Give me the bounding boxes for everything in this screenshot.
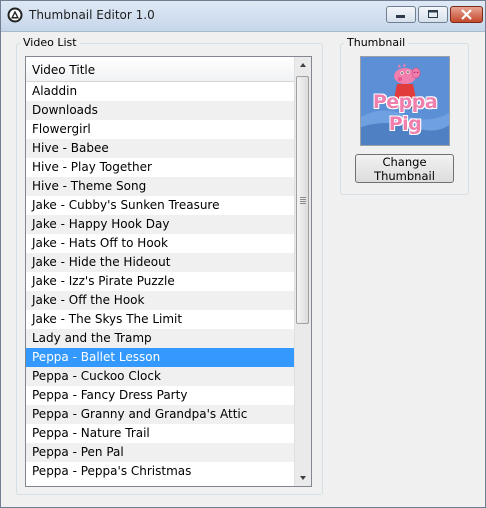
list-item[interactable]: Jake - Cubby's Sunken Treasure [26,196,295,215]
list-item[interactable]: Downloads [26,101,295,120]
video-list-group-label: Video List [20,36,80,49]
thumbnail-image: Peppa Pig [360,56,450,146]
thumbnail-group-label: Thumbnail [344,36,409,49]
list-item[interactable]: Aladdin [26,82,295,101]
list-item[interactable]: Jake - Happy Hook Day [26,215,295,234]
thumb-grip-line [300,197,306,198]
video-list-rows: Aladdin Downloads Flowergirl Hive - Babee Hi… [26,82,295,481]
list-item[interactable]: Jake - Hide the Hideout [26,253,295,272]
minimize-icon [396,15,405,18]
column-header-label: Video Title [32,63,96,77]
scrollbar-thumb[interactable] [296,76,309,324]
column-header-video-title[interactable]: Video Title [26,57,295,82]
list-item[interactable]: Peppa - Nature Trail [26,424,295,443]
list-item[interactable]: Peppa - Fancy Dress Party [26,386,295,405]
thumb-grip-line [300,201,306,202]
list-item[interactable]: Jake - Izz's Pirate Puzzle [26,272,295,291]
list-item[interactable]: Peppa - Pen Pal [26,443,295,462]
list-item[interactable]: Jake - Hats Off to Hook [26,234,295,253]
list-item[interactable]: Jake - The Skys The Limit [26,310,295,329]
list-item[interactable]: Hive - Babee [26,139,295,158]
video-list[interactable]: Video Title Aladdin Downloads Flowergirl Hi… [25,56,312,487]
change-thumbnail-button[interactable]: Change Thumbnail [355,154,454,183]
close-icon [461,9,472,20]
list-item[interactable]: Jake - Off the Hook [26,291,295,310]
vertical-scrollbar[interactable] [294,57,311,486]
app-logo-icon [7,7,23,23]
list-item[interactable]: Hive - Play Together [26,158,295,177]
app-window: Thumbnail Editor 1.0 Video List Video Ti… [0,0,486,508]
scroll-up-icon[interactable] [295,57,311,74]
maximize-button[interactable] [418,6,448,23]
thumb-grip-line [300,199,306,200]
list-item[interactable]: Peppa - Granny and Grandpa's Attic [26,405,295,424]
title-bar[interactable]: Thumbnail Editor 1.0 [1,1,485,32]
window-title: Thumbnail Editor 1.0 [29,8,155,22]
list-item[interactable]: Lady and the Tramp [26,329,295,348]
list-item[interactable]: Peppa - Ballet Lesson [26,348,295,367]
scroll-down-icon[interactable] [295,469,311,486]
list-item[interactable]: Hive - Theme Song [26,177,295,196]
maximize-icon [428,10,438,18]
minimize-button[interactable] [386,6,416,23]
thumbnail-logo-text: Peppa Pig [372,91,438,135]
thumb-grip-line [300,203,306,204]
close-button[interactable] [450,6,483,23]
list-item[interactable]: Flowergirl [26,120,295,139]
list-item[interactable]: Peppa - Peppa's Christmas [26,462,295,481]
list-item[interactable]: Peppa - Cuckoo Clock [26,367,295,386]
